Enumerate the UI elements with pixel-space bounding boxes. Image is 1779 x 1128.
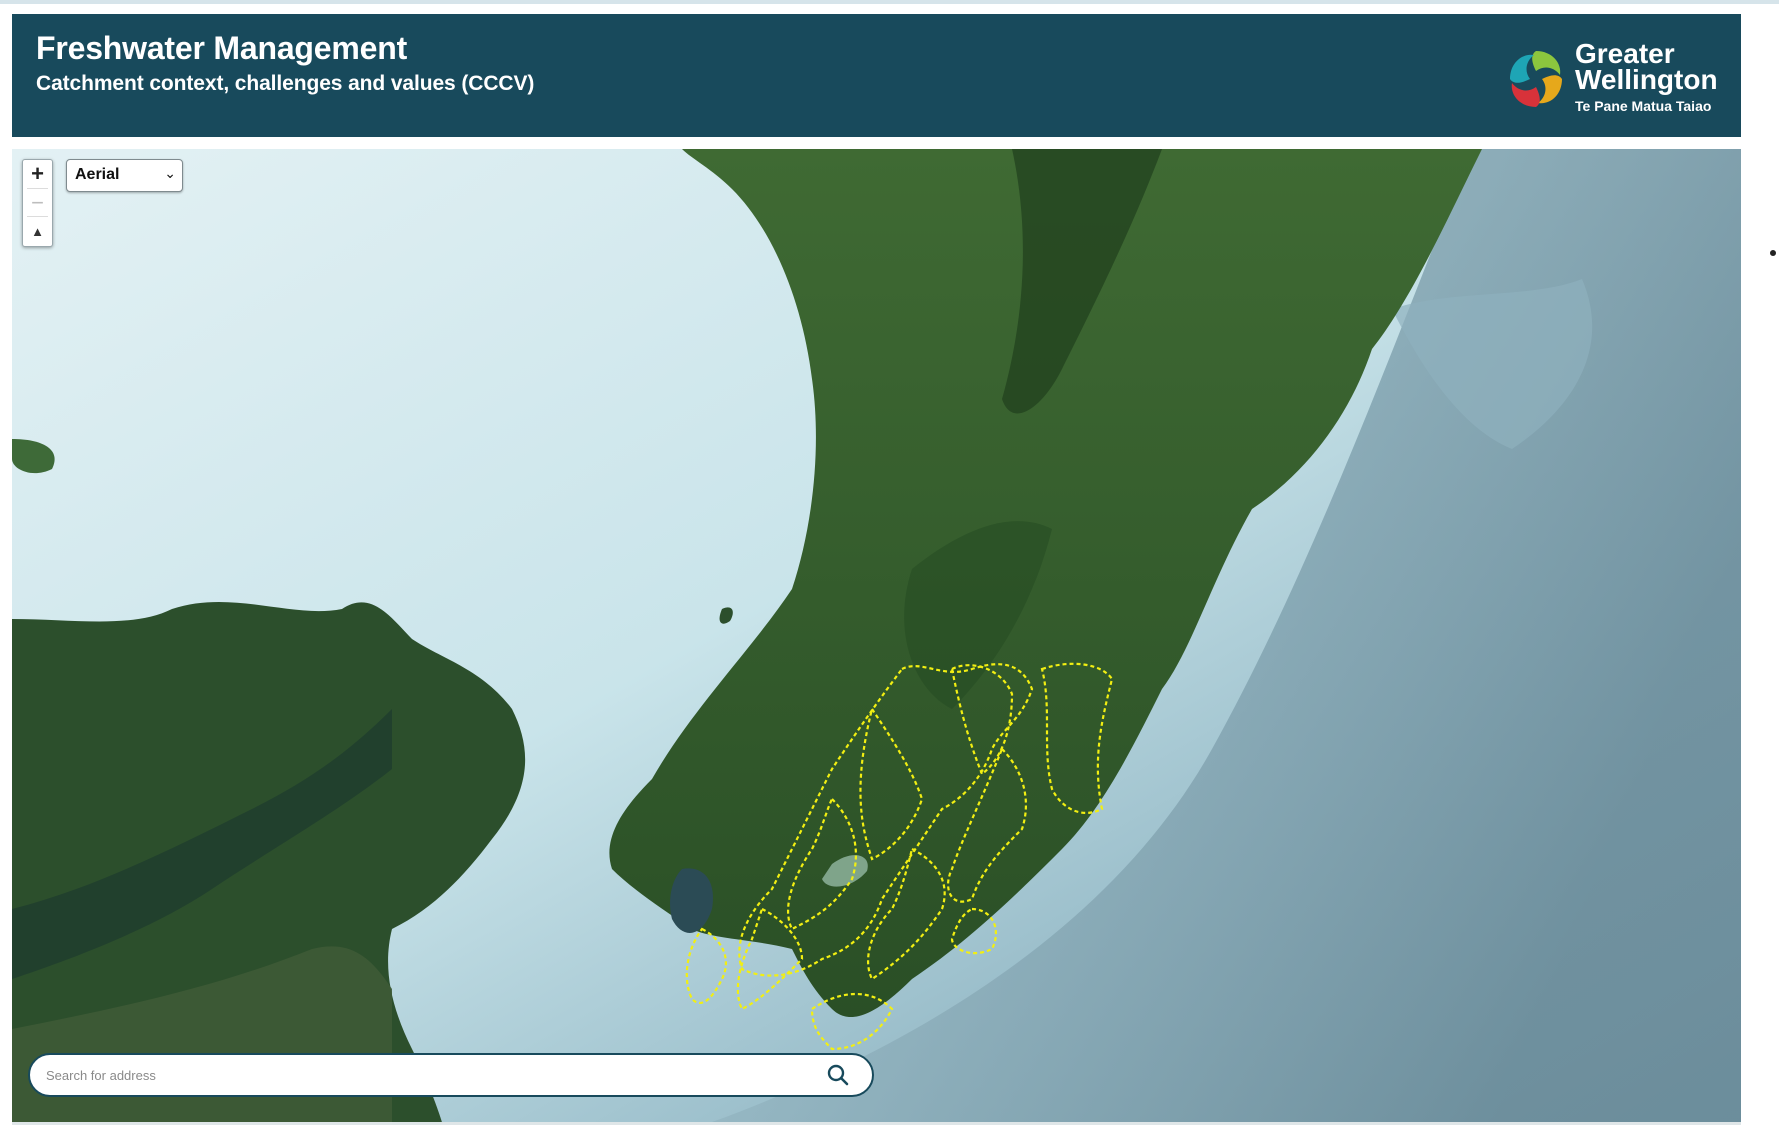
logo-text-maori: Te Pane Matua Taiao [1575, 98, 1712, 114]
page-subtitle: Catchment context, challenges and values… [36, 72, 535, 95]
page-title: Freshwater Management [36, 30, 408, 66]
basemap-select[interactable]: Aerial ⌄ [66, 159, 183, 192]
basemap-selected-value: Aerial [75, 166, 120, 183]
zoom-out-button[interactable]: − [23, 189, 52, 217]
zoom-control: + − ▲ [22, 159, 53, 247]
chevron-down-icon: ⌄ [164, 165, 176, 181]
app-header: Freshwater Management Catchment context,… [12, 14, 1741, 137]
logo-text-wellington: Wellington [1575, 64, 1718, 95]
logo-swirl-icon [1510, 51, 1562, 107]
address-search-bar [28, 1053, 874, 1097]
bottom-border [12, 1122, 1741, 1125]
compass-icon[interactable]: ▲ [23, 217, 52, 246]
search-icon[interactable] [826, 1063, 850, 1087]
zoom-in-button[interactable]: + [23, 160, 52, 188]
edge-dot [1770, 250, 1776, 256]
greater-wellington-logo[interactable]: Greater Wellington Te Pane Matua Taiao [1502, 40, 1718, 116]
map-view[interactable]: + − ▲ Aerial ⌄ [12, 149, 1741, 1122]
search-input[interactable] [44, 1061, 808, 1089]
aerial-basemap[interactable] [12, 149, 1741, 1122]
top-border [0, 0, 1779, 4]
